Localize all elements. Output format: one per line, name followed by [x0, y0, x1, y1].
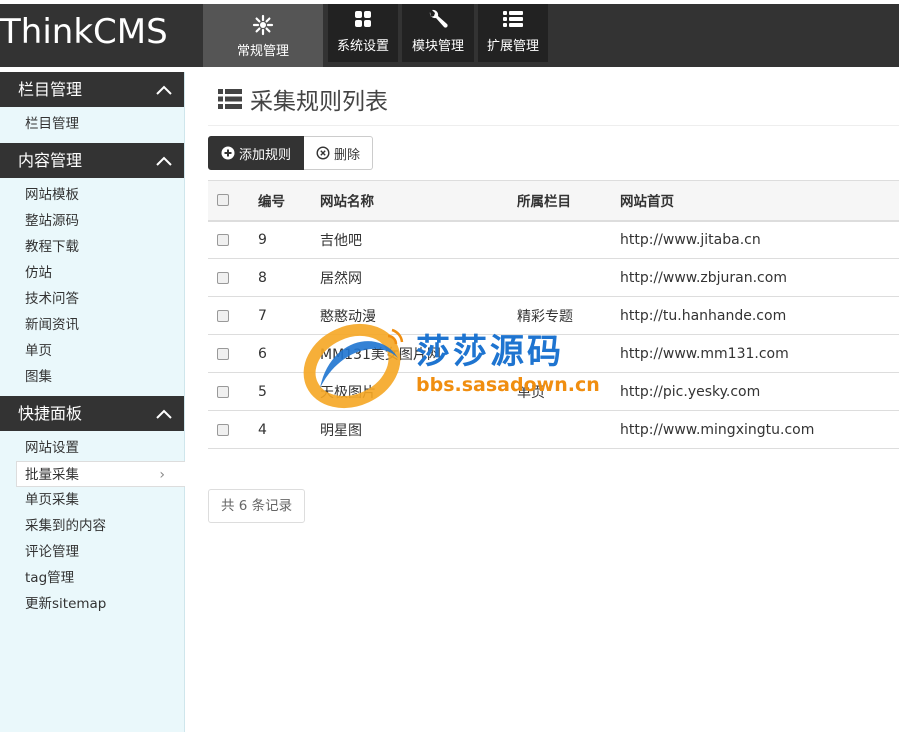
- sidebar-item[interactable]: 网站模板: [0, 182, 184, 208]
- add-rule-label: 添加规则: [239, 147, 292, 163]
- sidebar-item[interactable]: 整站源码: [0, 208, 184, 234]
- section-title: 内容管理: [18, 151, 83, 170]
- nav-tab-extensions[interactable]: 扩展管理: [478, 4, 548, 62]
- column-header[interactable]: 网站首页: [620, 181, 899, 221]
- nav-tab-system[interactable]: 系统设置: [328, 4, 398, 62]
- table-row[interactable]: 9 吉他吧 http://www.jitaba.cn: [208, 221, 899, 259]
- sidebar-item[interactable]: 单页: [0, 338, 184, 364]
- sidebar-item[interactable]: 栏目管理: [0, 111, 184, 137]
- toolbar: 添加规则 删除: [208, 136, 899, 170]
- chevron-right-icon: ›: [159, 467, 165, 483]
- sidebar-item[interactable]: 更新sitemap: [0, 591, 184, 617]
- record-count: 共 6 条记录: [208, 489, 306, 523]
- sidebar-list: 网站模板 整站源码 教程下载 仿站 技术问答 新闻资讯 单页 图集: [0, 178, 184, 396]
- section-title: 栏目管理: [18, 80, 83, 99]
- column-header[interactable]: 编号: [258, 181, 320, 221]
- cell-url: http://www.mingxingtu.com: [620, 421, 815, 438]
- section-title: 快捷面板: [18, 404, 83, 423]
- row-checkbox[interactable]: [217, 347, 229, 360]
- row-checkbox[interactable]: [217, 423, 229, 436]
- cell-category: [517, 221, 620, 259]
- wrench-icon: [426, 9, 450, 31]
- sidebar-item[interactable]: 技术问答: [0, 286, 184, 312]
- sidebar-list: 网站设置 批量采集 › 单页采集 采集到的内容 评论管理 tag管理 更新sit…: [0, 431, 185, 623]
- row-checkbox[interactable]: [217, 233, 229, 246]
- column-header[interactable]: 所属栏目: [517, 181, 620, 221]
- chevron-up-icon: [156, 409, 172, 419]
- grid-icon: [353, 9, 373, 31]
- cell-url: http://www.zbjuran.com: [620, 269, 787, 286]
- close-circle-icon: [316, 146, 330, 160]
- main-nav: 常规管理 系统设置 模块管理 扩展管理: [203, 4, 552, 67]
- page-header: 采集规则列表: [208, 72, 899, 126]
- sidebar-item[interactable]: 网站设置: [0, 435, 184, 461]
- cell-id: 8: [258, 269, 267, 286]
- add-rule-button[interactable]: 添加规则: [208, 136, 305, 170]
- cell-id: 9: [258, 231, 267, 248]
- select-all-checkbox[interactable]: [217, 194, 229, 207]
- nav-tab-label: 常规管理: [236, 44, 289, 59]
- cell-name: 明星图: [320, 422, 362, 439]
- cell-url: http://www.jitaba.cn: [620, 231, 761, 248]
- sidebar-item[interactable]: tag管理: [0, 565, 184, 591]
- cell-name: 吉他吧: [320, 232, 362, 249]
- sidebar-item[interactable]: 新闻资讯: [0, 312, 184, 338]
- nav-tab-general[interactable]: 常规管理: [203, 4, 323, 67]
- sidebar-item[interactable]: 仿站: [0, 260, 184, 286]
- list-icon: [218, 88, 242, 109]
- nav-tab-modules[interactable]: 模块管理: [402, 4, 474, 62]
- main-content: 采集规则列表 添加规则 删除 编号 网站名称 所属栏目 网站首页 9 吉他吧 h…: [208, 72, 899, 523]
- row-checkbox[interactable]: [217, 385, 229, 398]
- sidebar-item[interactable]: 评论管理: [0, 539, 184, 565]
- list-icon: [502, 9, 524, 31]
- cell-url: http://tu.hanhande.com: [620, 307, 787, 324]
- watermark-logo-icon: [303, 324, 404, 408]
- sidebar-item-label: 批量采集: [25, 467, 79, 483]
- chevron-up-icon: [156, 85, 172, 95]
- page-title: 采集规则列表: [250, 88, 388, 115]
- sidebar-section-quick-panel[interactable]: 快捷面板: [0, 396, 184, 431]
- cell-category: [517, 259, 620, 297]
- sidebar-section-content-mgmt[interactable]: 内容管理: [0, 143, 184, 178]
- cell-url: http://pic.yesky.com: [620, 383, 761, 400]
- row-checkbox[interactable]: [217, 309, 229, 322]
- watermark-url: bbs.sasadown.cn: [416, 374, 600, 396]
- top-navbar: ThinkCMS 常规管理 系统设置 模块管理 扩展管理: [0, 0, 899, 67]
- nav-tab-label: 系统设置: [336, 39, 389, 54]
- cell-category: [517, 411, 620, 449]
- cell-id: 4: [258, 421, 267, 438]
- sidebar-item[interactable]: 图集: [0, 364, 184, 390]
- sidebar-item-active[interactable]: 批量采集 ›: [16, 461, 185, 487]
- table-row[interactable]: 4 明星图 http://www.mingxingtu.com: [208, 411, 899, 449]
- delete-label: 删除: [334, 147, 361, 163]
- cell-name: 居然网: [320, 270, 362, 287]
- table-row[interactable]: 8 居然网 http://www.zbjuran.com: [208, 259, 899, 297]
- nav-tab-label: 扩展管理: [486, 39, 539, 54]
- sidebar-section-column-mgmt[interactable]: 栏目管理: [0, 72, 184, 107]
- gear-flower-icon: [252, 14, 274, 36]
- sidebar-list: 栏目管理: [0, 107, 184, 143]
- table-header-row: 编号 网站名称 所属栏目 网站首页: [208, 180, 899, 221]
- brand-logo[interactable]: ThinkCMS: [0, 12, 168, 52]
- cell-url: http://www.mm131.com: [620, 345, 789, 362]
- sidebar-item[interactable]: 教程下载: [0, 234, 184, 260]
- watermark-title: 莎莎源码: [416, 332, 564, 372]
- sidebar-item[interactable]: 采集到的内容: [0, 513, 184, 539]
- row-checkbox[interactable]: [217, 271, 229, 284]
- nav-tab-label: 模块管理: [411, 39, 464, 54]
- sidebar: 栏目管理 栏目管理 内容管理 网站模板 整站源码 教程下载 仿站 技术问答 新闻…: [0, 72, 185, 732]
- delete-button[interactable]: 删除: [304, 136, 374, 170]
- column-header[interactable]: 网站名称: [320, 181, 517, 221]
- watermark: 莎莎源码 bbs.sasadown.cn: [300, 318, 610, 410]
- sidebar-item[interactable]: 单页采集: [0, 487, 184, 513]
- chevron-up-icon: [156, 156, 172, 166]
- plus-circle-icon: [221, 146, 235, 160]
